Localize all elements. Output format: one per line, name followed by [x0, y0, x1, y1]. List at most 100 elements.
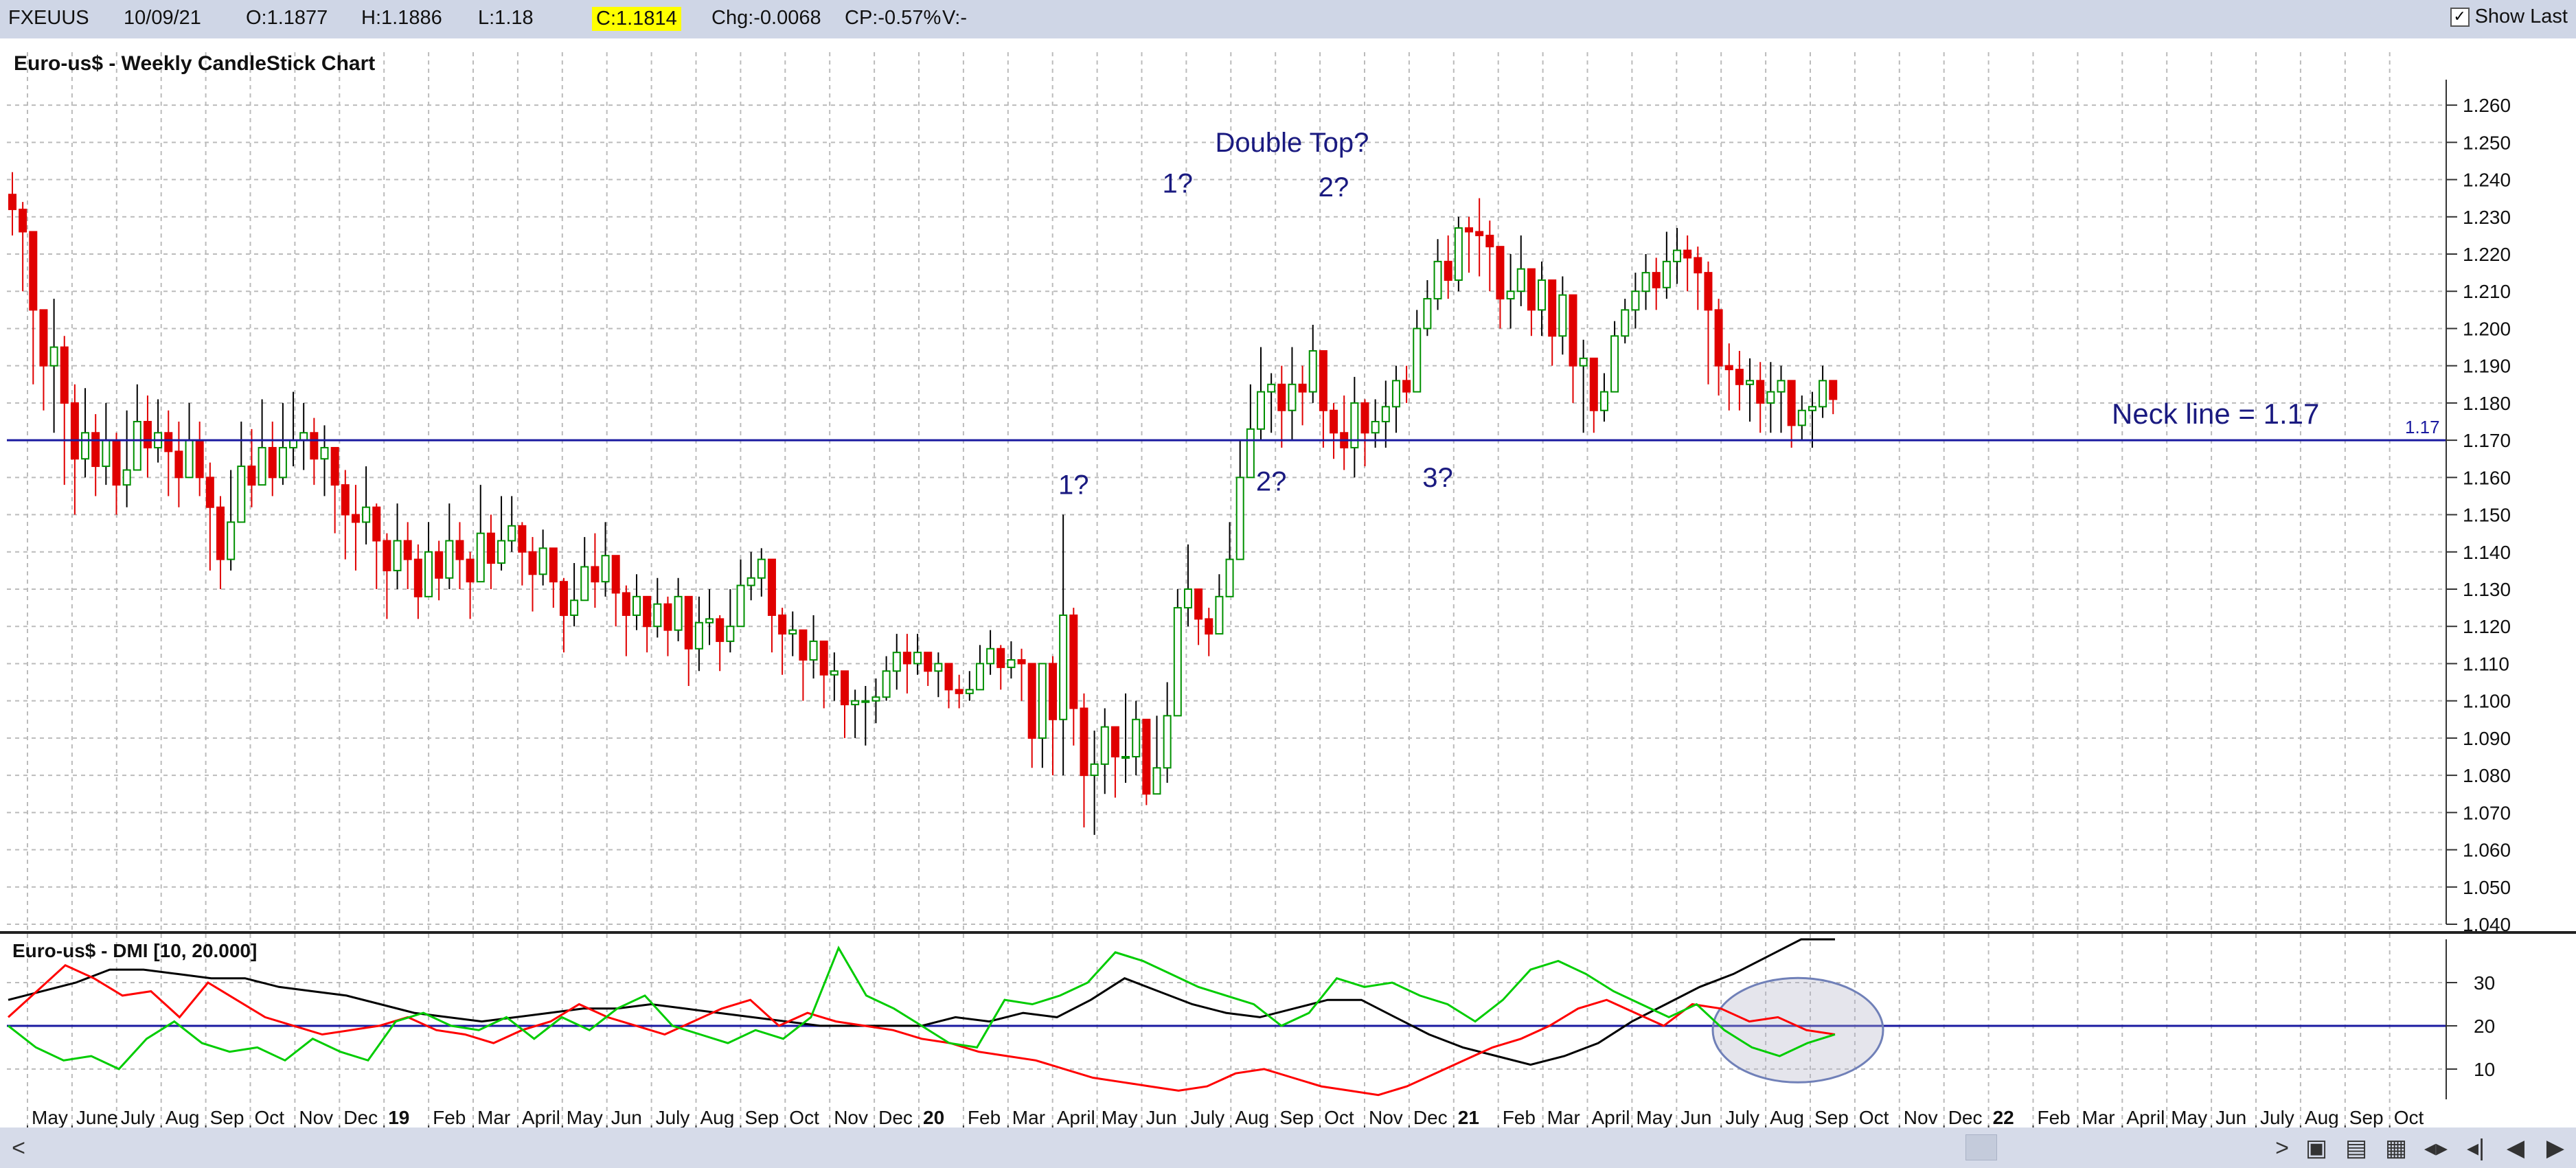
candle-body — [1069, 614, 1078, 709]
y-tick-label: 1.050 — [2463, 877, 2511, 898]
chart-window: FXEUUS 10/09/21 O:1.1877 H:1.1886 L:1.18… — [0, 0, 2576, 1168]
close-value: C:1.1814 — [592, 7, 681, 31]
candle-body — [1100, 726, 1109, 765]
y-tick-label: 1.170 — [2463, 430, 2511, 451]
x-tick-label: July — [1725, 1107, 1759, 1128]
scroll-left-arrow[interactable]: < — [3, 1133, 34, 1163]
x-tick-label: Jun — [1680, 1107, 1711, 1128]
candle[interactable] — [1173, 589, 1182, 717]
candle-body — [1610, 335, 1619, 393]
pattern-annotation: 2? — [1256, 466, 1287, 496]
pattern-annotation: Double Top? — [1216, 128, 1369, 158]
x-tick-label: Sep — [744, 1107, 779, 1128]
expand-icon[interactable]: ◂▸ — [2420, 1133, 2452, 1163]
candle-body — [60, 346, 69, 404]
candle-body — [1599, 391, 1608, 411]
candle-body — [882, 670, 891, 698]
x-tick-label: 19 — [388, 1107, 409, 1128]
candle-body — [1090, 763, 1099, 777]
candle[interactable] — [1454, 216, 1463, 292]
show-last-toggle[interactable]: ✓ Show Last — [2450, 5, 2568, 28]
candle-body — [1808, 406, 1816, 411]
x-tick-label: Mar — [477, 1107, 510, 1128]
candle-body — [393, 540, 402, 571]
candle-body — [497, 540, 506, 564]
x-tick-label: Feb — [1503, 1107, 1536, 1128]
x-tick-label: 22 — [1993, 1107, 2014, 1128]
y-tick-label: 1.120 — [2463, 616, 2511, 637]
candle-body — [1548, 279, 1557, 337]
candle-body — [8, 194, 16, 210]
candle-body — [486, 532, 495, 564]
y-tick-label: 1.240 — [2463, 170, 2511, 191]
y-tick-label: 1.070 — [2463, 802, 2511, 823]
x-tick-label: Feb — [968, 1107, 1001, 1128]
candle-body — [1235, 477, 1244, 560]
candle-body — [1516, 268, 1525, 293]
candle-body — [591, 566, 600, 583]
candle-body — [830, 670, 839, 676]
candle-body — [1475, 231, 1484, 236]
step-back-icon[interactable]: ◂| — [2460, 1133, 2492, 1163]
neckline-axis-label: 1.17 — [2405, 417, 2440, 437]
symbol: FXEUUS — [8, 7, 89, 29]
candle-body — [1080, 707, 1088, 777]
print-icon[interactable]: ▣ — [2301, 1133, 2332, 1163]
candle-body — [965, 689, 974, 694]
x-tick-label: May — [1636, 1107, 1672, 1128]
candle-body — [757, 558, 766, 579]
candle-body — [643, 595, 652, 628]
candle[interactable] — [1142, 718, 1151, 805]
candle-body — [1402, 380, 1411, 393]
x-tick-label: Oct — [2394, 1107, 2424, 1128]
scroll-right-arrow[interactable]: > — [2266, 1133, 2298, 1163]
candle-body — [1538, 279, 1547, 311]
horizontal-scrollbar[interactable]: < > ▣ ▤ ▦ ◂▸ ◂| ◀ ▶ — [0, 1127, 2576, 1168]
candle-body — [902, 652, 911, 665]
dmi-chart-title: Euro-us$ - DMI [10, 20.000] — [12, 940, 257, 961]
show-last-checkbox[interactable]: ✓ — [2450, 7, 2470, 27]
zoom-icon[interactable]: ▤ — [2340, 1133, 2372, 1163]
x-tick-label: Mar — [1012, 1107, 1045, 1128]
show-last-label: Show Last — [2474, 5, 2568, 27]
x-tick-label: April — [1592, 1107, 1630, 1128]
candle-body — [871, 696, 880, 702]
candle-body — [1017, 659, 1026, 665]
candle-body — [663, 603, 672, 631]
y-tick-label: 1.190 — [2463, 356, 2511, 377]
prev-icon[interactable]: ◀ — [2500, 1133, 2531, 1163]
next-icon[interactable]: ▶ — [2540, 1133, 2571, 1163]
scroll-thumb[interactable] — [1965, 1134, 1997, 1160]
candle-body — [174, 450, 183, 479]
candle-body — [1110, 726, 1119, 757]
candle-body — [143, 421, 152, 448]
x-tick-label: Nov — [834, 1107, 868, 1128]
candle-body — [1381, 406, 1390, 422]
pattern-annotation: 3? — [1422, 463, 1453, 493]
candle-body — [778, 614, 787, 635]
candle-body — [694, 621, 703, 650]
candle-body — [289, 439, 298, 448]
quote-info-bar: FXEUUS 10/09/21 O:1.1877 H:1.1886 L:1.18… — [0, 0, 2576, 40]
candle-body — [122, 469, 131, 486]
x-tick-label: Nov — [299, 1107, 333, 1128]
x-tick-label: Dec — [1413, 1107, 1448, 1128]
candle-body — [892, 652, 901, 672]
candle-body — [861, 700, 870, 703]
x-tick-label: 20 — [923, 1107, 944, 1128]
chart-canvas[interactable]: 1.17 Neck line = 1.17 Double Top? 1? 2? 1? 2? 3… — [0, 38, 2576, 1166]
x-tick-label: Feb — [433, 1107, 466, 1128]
y-tick-label: 1.180 — [2463, 393, 2511, 414]
candle-body — [1267, 383, 1276, 393]
save-icon[interactable]: ▦ — [2380, 1133, 2412, 1163]
candle-body — [299, 432, 308, 442]
candle-body — [1121, 756, 1130, 759]
x-tick-label: June — [76, 1107, 118, 1128]
candle-body — [799, 629, 808, 661]
candle-body — [330, 446, 339, 486]
candle-body — [1829, 380, 1838, 400]
candle-body — [1225, 558, 1234, 597]
low-value: L:1.18 — [478, 7, 534, 29]
candle-body — [383, 540, 391, 571]
x-tick-label: Jun — [2215, 1107, 2246, 1128]
